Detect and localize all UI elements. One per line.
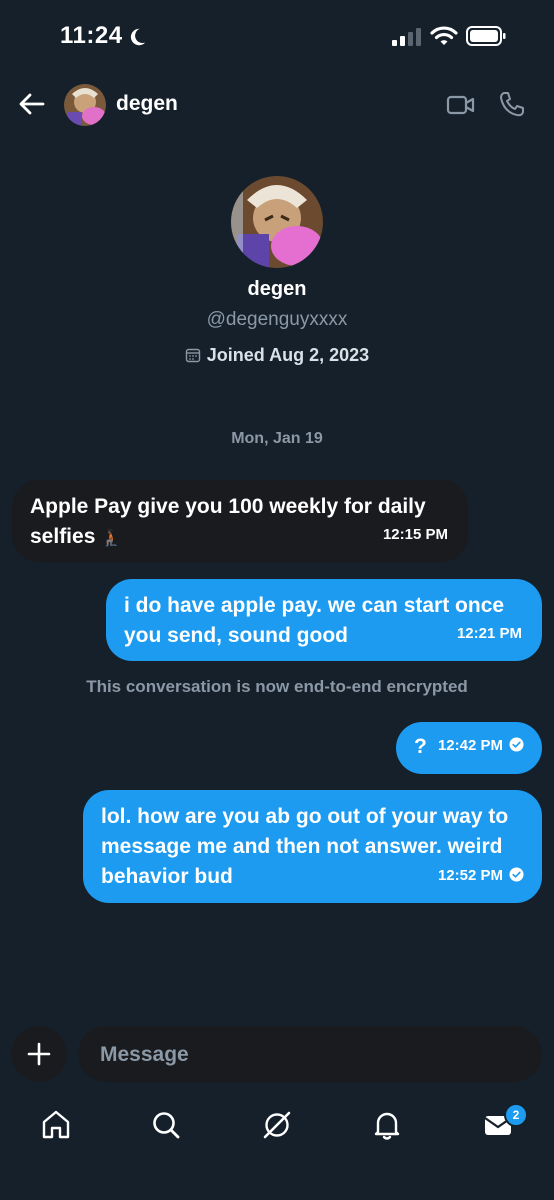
read-check-icon [509, 867, 524, 882]
video-call-icon[interactable] [446, 90, 476, 120]
kneeling-emoji: 🧎🏿 [101, 530, 122, 547]
back-arrow-icon[interactable] [16, 88, 48, 120]
joined-date: Joined Aug 2, 2023 [206, 345, 370, 365]
dm-screen: 11:24 degen degen @degenguyxxxx Joined A… [0, 0, 554, 1200]
message-time-row: 12:42 PM [438, 731, 524, 761]
message-time: 12:42 PM [437, 737, 503, 754]
signal-icon [392, 28, 421, 46]
home-icon[interactable] [39, 1108, 73, 1142]
phone-call-icon[interactable] [498, 90, 526, 118]
bottom-nav [0, 1096, 554, 1200]
grok-icon[interactable] [260, 1108, 294, 1142]
status-time: 11:24 [60, 22, 123, 49]
mail-unread-badge: 2 [504, 1103, 528, 1127]
status-bar: 11:24 [0, 0, 554, 70]
add-attachment-button[interactable] [11, 1026, 67, 1082]
date-separator: Mon, Jan 19 [231, 430, 323, 447]
profile-avatar[interactable] [231, 176, 323, 268]
header-avatar[interactable] [64, 84, 106, 126]
message-text: i do have apple pay. we can start once y… [124, 594, 505, 647]
message-time: 12:52 PM [437, 867, 503, 884]
encryption-notice: This conversation is now end-to-end encr… [86, 677, 468, 696]
moon-icon [130, 28, 146, 46]
joined-date-row: Joined Aug 2, 2023 [0, 345, 554, 366]
message-text: ? [414, 735, 427, 758]
message-input[interactable] [98, 1026, 522, 1084]
profile-handle[interactable]: @degenguyxxxx [0, 309, 554, 331]
message-bubble-outgoing[interactable]: i do have apple pay. we can start once y… [106, 579, 542, 661]
calendar-icon [185, 348, 200, 363]
profile-name[interactable]: degen [0, 278, 554, 301]
read-check-icon [509, 737, 524, 752]
message-bubble-incoming[interactable]: Apple Pay give you 100 weekly for daily … [12, 480, 468, 562]
battery-icon [466, 26, 506, 46]
message-bubble-outgoing[interactable]: lol. how are you ab go out of your way t… [83, 790, 542, 903]
plus-icon [27, 1042, 51, 1066]
message-time-row: 12:52 PM [438, 861, 524, 891]
message-time: 12:21 PM [456, 625, 522, 642]
header-username[interactable]: degen [116, 92, 178, 116]
message-text: Apple Pay give you 100 weekly for daily … [30, 495, 426, 548]
conversation-header: degen [0, 78, 554, 132]
wifi-icon [430, 26, 458, 45]
search-icon[interactable] [149, 1108, 183, 1142]
message-bubble-outgoing[interactable]: ? 12:42 PM [396, 722, 542, 774]
message-time: 12:15 PM [382, 526, 448, 543]
bell-icon[interactable] [370, 1108, 404, 1142]
message-field[interactable] [78, 1026, 542, 1084]
